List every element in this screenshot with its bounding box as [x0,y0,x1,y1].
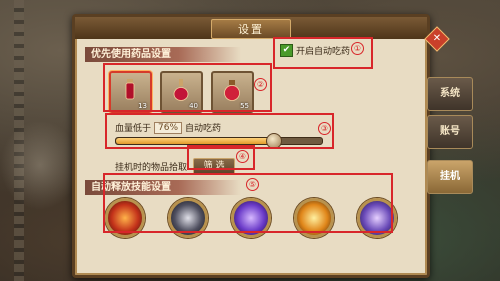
auto-potion-toggle[interactable]: ✔ 开启自动吃药 [280,44,350,57]
settings-window: 设置 优先使用药品设置 ✔ 开启自动吃药 13 40 55 血量低于 76% 自… [72,14,430,278]
checkbox-checked-icon[interactable]: ✔ [280,44,293,57]
potion-quantity: 40 [189,102,198,110]
window-title: 设置 [211,19,291,39]
potion-slot[interactable]: 13 [109,71,152,113]
tab-account[interactable]: 账号 [427,115,473,149]
hp-threshold-value: 76% [154,121,183,134]
annotation-number-2: ② [254,78,267,91]
annotation-number-3: ③ [318,122,331,135]
red-potion-icon [125,79,135,100]
tab-auto-play[interactable]: 挂机 [427,160,473,194]
arcane-skill-icon[interactable] [231,198,271,238]
skill-list [105,198,397,238]
potion-slot[interactable]: 40 [160,71,203,113]
potion-quantity: 13 [138,102,147,110]
title-bar: 设置 [75,17,427,39]
slider-knob[interactable] [265,133,282,149]
annotation-number-4: ④ [236,150,249,163]
auto-potion-label: 开启自动吃药 [296,47,351,57]
pickup-row: 挂机时的物品拾取 筛 选 [115,158,236,175]
annotation-number-1: ① [351,42,364,55]
potion-slot[interactable]: 55 [211,71,254,113]
red-potion-icon [224,80,240,101]
hp-threshold-row: 血量低于 76% 自动吃药 [115,121,221,134]
hp-threshold-slider[interactable] [115,133,323,149]
fire-skill-icon[interactable] [105,198,145,238]
shadow-skill-icon[interactable] [168,198,208,238]
potion-section-header: 优先使用药品设置 [85,47,241,62]
slider-fill [116,138,273,144]
pickup-label: 挂机时的物品拾取 [115,163,188,173]
flame-skill-icon[interactable] [294,198,334,238]
lightning-skill-icon[interactable] [357,198,397,238]
tab-system[interactable]: 系统 [427,77,473,111]
hp-prefix-label: 血量低于 [115,124,152,134]
annotation-number-5: ⑤ [246,178,259,191]
red-potion-icon [173,79,189,101]
mist-decoration [0,120,80,210]
close-icon: ✕ [432,33,442,44]
potion-quantity: 55 [240,102,249,110]
hp-suffix-label: 自动吃药 [185,124,222,134]
potion-slots: 13 40 55 [109,71,254,113]
filter-button[interactable]: 筛 选 [193,158,236,175]
skills-section-header: 自动释放技能设置 [85,180,241,195]
